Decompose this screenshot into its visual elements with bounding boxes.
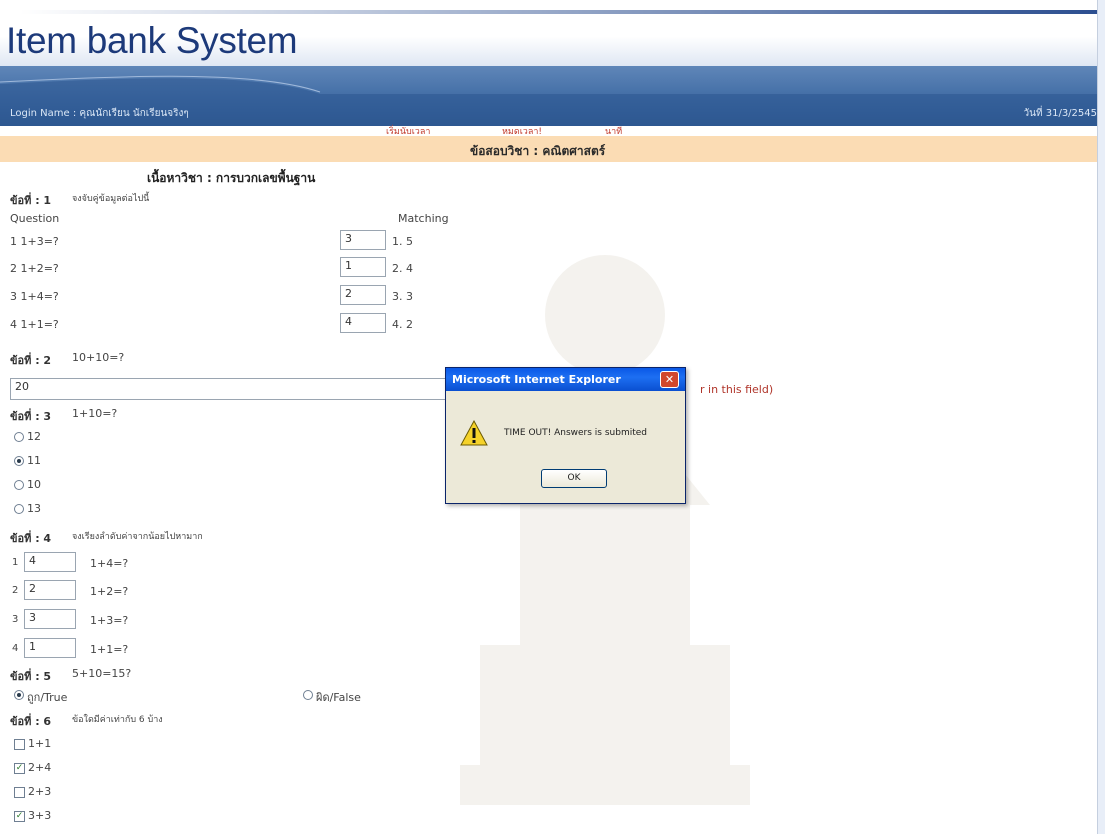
q1-row-question: 2 1+2=? bbox=[10, 262, 59, 275]
q4-row-text: 1+1=? bbox=[90, 643, 129, 656]
q1-matching-header: Matching bbox=[398, 212, 449, 225]
q1-answer-input[interactable]: 1 bbox=[340, 257, 386, 277]
q3-radio[interactable] bbox=[14, 480, 24, 490]
subject-title: ข้อสอบวิชา : คณิตศาสตร์ bbox=[470, 144, 606, 158]
login-name: Login Name : คุณนักเรียน นักเรียนจริงๆ bbox=[10, 108, 189, 119]
warning-icon bbox=[460, 420, 488, 446]
q1-row-question: 4 1+1=? bbox=[10, 318, 59, 331]
topic-title: เนื้อหาวิชา : การบวกเลขพื้นฐาน bbox=[147, 171, 316, 185]
q6-checkbox-checked[interactable]: ✓ bbox=[14, 811, 25, 822]
q1-match-option: 3. 3 bbox=[392, 290, 413, 303]
q5-false-radio[interactable] bbox=[303, 690, 313, 700]
q2-hint: r in this field) bbox=[700, 383, 774, 396]
q4-order-input[interactable]: 3 bbox=[24, 609, 76, 629]
q3-label: ข้อที่ : 3 bbox=[10, 410, 52, 423]
q5-true-label: ถูก/True bbox=[27, 691, 68, 704]
q1-instruction: จงจับคู่ข้อมูลต่อไปนี้ bbox=[72, 194, 150, 204]
q1-answer-input[interactable]: 2 bbox=[340, 285, 386, 305]
q1-answer-input[interactable]: 3 bbox=[340, 230, 386, 250]
q5-text: 5+10=15? bbox=[72, 667, 132, 680]
q4-row-number: 4 bbox=[12, 643, 19, 654]
q4-row-number: 3 bbox=[12, 614, 19, 625]
university-seal-watermark bbox=[460, 255, 750, 805]
app-title: Item bank System bbox=[6, 20, 298, 61]
q5-true-radio[interactable] bbox=[14, 690, 24, 700]
q6-label: ข้อที่ : 6 bbox=[10, 715, 52, 728]
q3-option-label: 11 bbox=[27, 454, 41, 467]
q1-match-option: 1. 5 bbox=[392, 235, 413, 248]
q1-row-question: 1 1+3=? bbox=[10, 235, 59, 248]
q5-false-label: ผิด/False bbox=[316, 691, 361, 704]
window-scrollbar[interactable] bbox=[1097, 0, 1105, 834]
q6-option-label: 2+4 bbox=[28, 761, 52, 774]
banner-accent bbox=[20, 10, 1105, 14]
q1-match-option: 2. 4 bbox=[392, 262, 413, 275]
q6-checkbox[interactable] bbox=[14, 787, 25, 798]
q3-radio[interactable] bbox=[14, 432, 24, 442]
q2-answer-input[interactable]: 20 bbox=[10, 378, 490, 400]
q4-row-text: 1+3=? bbox=[90, 614, 129, 627]
date-text: วันที่ 31/3/2545 bbox=[1023, 108, 1098, 119]
q4-order-input[interactable]: 2 bbox=[24, 580, 76, 600]
q6-checkbox[interactable] bbox=[14, 739, 25, 750]
ok-button[interactable]: OK bbox=[541, 469, 607, 488]
q1-label: ข้อที่ : 1 bbox=[10, 194, 52, 207]
q6-instruction: ข้อใดมีค่าเท่ากับ 6 บ้าง bbox=[72, 715, 163, 725]
q3-option-label: 10 bbox=[27, 478, 41, 491]
q4-row-text: 1+4=? bbox=[90, 557, 129, 570]
alert-dialog: Microsoft Internet Explorer ✕ TIME OUT! … bbox=[445, 367, 686, 504]
q6-option-label: 1+1 bbox=[28, 737, 52, 750]
q6-option-label: 2+3 bbox=[28, 785, 52, 798]
q4-label: ข้อที่ : 4 bbox=[10, 532, 52, 545]
q3-radio-selected[interactable] bbox=[14, 456, 24, 466]
q4-order-input[interactable]: 4 bbox=[24, 552, 76, 572]
q1-answer-input[interactable]: 4 bbox=[340, 313, 386, 333]
dialog-title: Microsoft Internet Explorer bbox=[452, 373, 621, 386]
q4-row-number: 2 bbox=[12, 585, 19, 596]
q4-instruction: จงเรียงลำดับค่าจากน้อยไปหามาก bbox=[72, 532, 203, 542]
nav-strip bbox=[0, 126, 1098, 136]
q4-row-text: 1+2=? bbox=[90, 585, 129, 598]
q3-option-label: 13 bbox=[27, 502, 41, 515]
q4-row-number: 1 bbox=[12, 557, 19, 568]
q1-match-option: 4. 2 bbox=[392, 318, 413, 331]
q3-text: 1+10=? bbox=[72, 407, 118, 420]
q1-row-question: 3 1+4=? bbox=[10, 290, 59, 303]
q5-label: ข้อที่ : 5 bbox=[10, 670, 52, 683]
q6-option-label: 3+3 bbox=[28, 809, 52, 822]
q2-label: ข้อที่ : 2 bbox=[10, 354, 52, 367]
close-icon[interactable]: ✕ bbox=[660, 371, 679, 388]
q3-radio[interactable] bbox=[14, 504, 24, 514]
q6-checkbox-checked[interactable]: ✓ bbox=[14, 763, 25, 774]
dialog-message: TIME OUT! Answers is submited bbox=[504, 428, 648, 438]
q1-question-header: Question bbox=[10, 212, 60, 225]
q4-order-input[interactable]: 1 bbox=[24, 638, 76, 658]
q3-option-label: 12 bbox=[27, 430, 41, 443]
q2-text: 10+10=? bbox=[72, 351, 125, 364]
